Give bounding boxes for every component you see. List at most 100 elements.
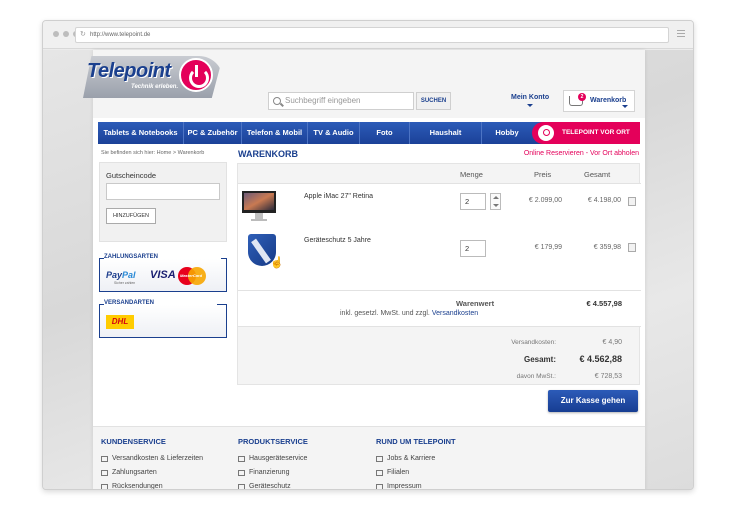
address-bar[interactable]: ↻ http://www.telepoint.de — [75, 27, 669, 43]
store-locator-button[interactable]: TELEPOINT VOR ORT — [532, 122, 640, 144]
breadcrumb[interactable]: Sie befinden sich hier: Home > Warenkorb — [101, 150, 204, 156]
mastercard-logo: MasterCard — [178, 267, 206, 285]
footer-link[interactable]: Versandkosten & Lieferzeiten — [101, 455, 203, 462]
footer-heading: KUNDENSERVICE — [101, 437, 166, 446]
subtotal-label: Warenwert — [456, 299, 495, 308]
reserve-link[interactable]: Online Reservieren - Vor Ort abholen — [524, 150, 639, 157]
site-header: Telepoint Technik erleben. Suchbegriff e… — [83, 50, 645, 118]
logo[interactable]: Telepoint Technik erleben. — [83, 56, 228, 98]
site-footer: KUNDENSERVICE Versandkosten & Lieferzeit… — [93, 426, 645, 489]
nav-item-foto[interactable]: Foto — [360, 122, 410, 144]
mastercard-text: MasterCard — [180, 273, 203, 278]
voucher-label: Gutscheincode — [106, 171, 157, 180]
cart-table: Menge Preis Gesamt Apple iMac 27" Retina… — [237, 163, 641, 386]
footer-link[interactable]: Finanzierung — [238, 469, 308, 476]
browser-menu-icon[interactable] — [677, 30, 685, 38]
quantity-input[interactable]: 2 — [460, 240, 486, 257]
remove-item-icon[interactable] — [628, 243, 636, 252]
address-url: http://www.telepoint.de — [90, 32, 151, 38]
shipping-cost-link[interactable]: Versandkosten — [432, 310, 478, 317]
search-placeholder: Suchbegriff eingeben — [285, 96, 361, 105]
logo-text: Telepoint — [87, 60, 171, 82]
shipping-cost-label: Versandkosten: — [511, 339, 556, 346]
product-name[interactable]: Geräteschutz 5 Jahre — [304, 237, 371, 244]
browser-toolbar: ↻ http://www.telepoint.de — [43, 21, 693, 49]
nav-item-haushalt[interactable]: Haushalt — [410, 122, 482, 144]
paypal-logo: PayPal — [106, 270, 136, 280]
quantity-input[interactable]: 2 — [460, 193, 486, 210]
quantity-stepper[interactable] — [490, 193, 501, 210]
voucher-panel: Gutscheincode HINZUFÜGEN — [99, 162, 227, 242]
product-image-protection[interactable]: ☝ — [248, 234, 284, 269]
column-header-price: Preis — [534, 170, 552, 179]
search-icon — [273, 97, 281, 105]
subtotal-value: € 4.557,98 — [586, 299, 622, 308]
dhl-logo: DHL — [106, 315, 134, 329]
visa-logo: VISA — [150, 269, 176, 281]
shipping-methods-box: VERSANDARTEN DHL — [99, 300, 227, 338]
footer-link[interactable]: Hausgeräteservice — [238, 455, 308, 462]
store-locator-label: TELEPOINT VOR ORT — [562, 129, 630, 136]
cart-count-badge: 2 — [578, 93, 586, 101]
footer-link[interactable]: Geräteschutz — [238, 483, 308, 489]
window-dot-icon[interactable] — [63, 31, 69, 37]
tax-note-text: inkl. gesetzl. MwSt. und zzgl. — [340, 310, 432, 317]
main-navigation: Tablets & Notebooks PC & Zubehör Telefon… — [98, 122, 640, 144]
payment-methods-title: ZAHLUNGSARTEN — [104, 254, 221, 260]
footer-heading: RUND UM TELEPOINT — [376, 437, 456, 446]
browser-window: ↻ http://www.telepoint.de Telepoint Tech… — [42, 20, 694, 490]
voucher-input[interactable] — [106, 183, 220, 200]
page-content: Telepoint Technik erleben. Suchbegriff e… — [83, 50, 645, 489]
payment-methods-box: ZAHLUNGSARTEN PayPal Sicher zahlen VISA … — [99, 254, 227, 292]
page-title: WARENKORB — [238, 149, 298, 159]
footer-link[interactable]: Zahlungsarten — [101, 469, 203, 476]
paypal-logo-b: Pal — [122, 270, 136, 280]
footer-link[interactable]: Jobs & Karriere — [376, 455, 456, 462]
vat-value: € 728,53 — [594, 373, 622, 380]
cart-label: Warenkorb — [590, 97, 627, 104]
cart-button[interactable]: 2 Warenkorb — [563, 90, 635, 112]
line-total: € 4.198,00 — [587, 197, 621, 204]
remove-item-icon[interactable] — [628, 197, 636, 206]
tax-note: inkl. gesetzl. MwSt. und zzgl. Versandko… — [340, 310, 478, 317]
checkout-button[interactable]: Zur Kasse gehen — [548, 390, 638, 412]
vat-label: davon MwSt.: — [516, 373, 556, 380]
nav-item-tv-audio[interactable]: TV & Audio — [308, 122, 360, 144]
nav-item-telefon[interactable]: Telefon & Mobil — [242, 122, 308, 144]
product-image-imac[interactable] — [242, 191, 276, 221]
window-dot-icon[interactable] — [53, 31, 59, 37]
cart-subtotal: Warenwert € 4.557,98 inkl. gesetzl. MwSt… — [238, 290, 641, 326]
footer-link[interactable]: Rücksendungen — [101, 483, 203, 489]
search-button[interactable]: SUCHEN — [416, 92, 451, 110]
power-icon — [179, 58, 213, 92]
nav-item-hobby[interactable]: Hobby — [482, 122, 532, 144]
product-name[interactable]: Apple iMac 27" Retina — [304, 193, 373, 200]
search-input[interactable]: Suchbegriff eingeben — [268, 92, 414, 110]
logo-tagline: Technik erleben. — [131, 84, 179, 90]
shipping-cost-value: € 4,90 — [602, 339, 622, 346]
chevron-down-icon — [527, 104, 533, 107]
account-menu[interactable]: Mein Konto — [511, 94, 550, 107]
nav-item-pc[interactable]: PC & Zubehör — [184, 122, 242, 144]
chevron-down-icon — [622, 105, 628, 108]
account-label: Mein Konto — [511, 94, 550, 101]
footer-column-kundenservice: KUNDENSERVICE Versandkosten & Lieferzeit… — [101, 437, 203, 489]
footer-link[interactable]: Filialen — [376, 469, 456, 476]
footer-link[interactable]: Impressum — [376, 483, 456, 489]
cart-header-row: Menge Preis Gesamt — [238, 164, 641, 184]
cart-items: Apple iMac 27" Retina 2 € 2.099,00 € 4.1… — [238, 184, 641, 290]
nav-item-tablets[interactable]: Tablets & Notebooks — [98, 122, 184, 144]
cart-totals: Versandkosten: € 4,90 Gesamt: € 4.562,88… — [238, 326, 641, 386]
column-header-qty: Menge — [460, 170, 483, 179]
reload-icon[interactable]: ↻ — [80, 28, 86, 42]
paypal-subtext: Sicher zahlen — [114, 281, 136, 285]
footer-column-produktservice: PRODUKTSERVICE Hausgeräteservice Finanzi… — [238, 437, 308, 489]
paypal-logo-a: Pay — [106, 270, 123, 280]
footer-heading: PRODUKTSERVICE — [238, 437, 308, 446]
add-voucher-button[interactable]: HINZUFÜGEN — [106, 208, 156, 224]
shipping-methods-title: VERSANDARTEN — [104, 300, 218, 306]
unit-price: € 179,99 — [534, 244, 562, 251]
footer-column-rund-um-telepoint: RUND UM TELEPOINT Jobs & Karriere Filial… — [376, 437, 456, 489]
cart-row: ☝ Geräteschutz 5 Jahre 2 € 179,99 € 359,… — [238, 232, 641, 282]
cart-row: Apple iMac 27" Retina 2 € 2.099,00 € 4.1… — [238, 184, 641, 234]
